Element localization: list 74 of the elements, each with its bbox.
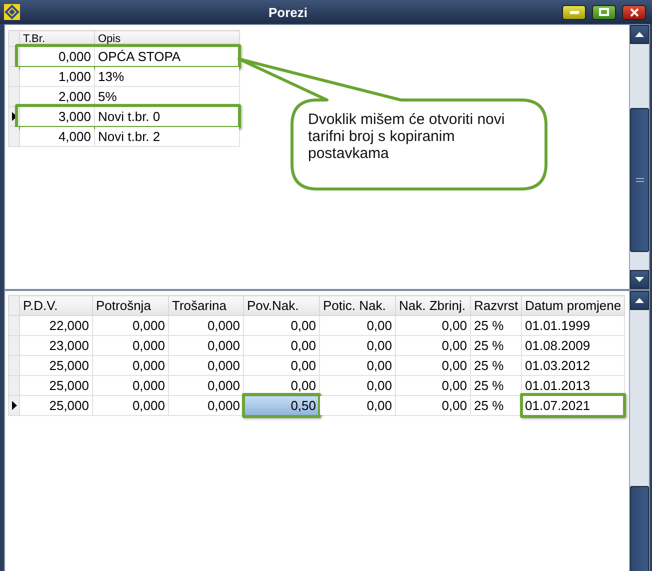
table-cell: 0,50 [244, 396, 320, 416]
table-cell: 0,00 [396, 316, 470, 336]
table-cell: 25,000 [20, 356, 92, 376]
column-header[interactable]: Potic. Nak. [320, 296, 396, 316]
table-cell: 13% [94, 66, 240, 86]
table-cell: 0,00 [320, 336, 396, 356]
table-cell: 0,000 [168, 396, 244, 416]
scroll-down-icon [635, 277, 644, 282]
header-corner [8, 30, 20, 46]
table-cell: Novi t.br. 2 [94, 126, 240, 146]
scroll-up-button[interactable] [630, 25, 649, 44]
table-cell: 0,000 [92, 396, 168, 416]
table-cell: 0,00 [396, 356, 470, 376]
table-cell: 23,000 [20, 336, 92, 356]
table-cell: 25 % [470, 396, 522, 416]
table-cell: 0,00 [320, 396, 396, 416]
scrollbar[interactable] [629, 291, 649, 571]
maximize-button[interactable] [592, 4, 616, 20]
table-cell: 25,000 [20, 396, 92, 416]
column-header[interactable]: Pov.Nak. [244, 296, 320, 316]
scrollbar[interactable] [629, 25, 649, 289]
table-cell: 0,00 [320, 316, 396, 336]
column-header[interactable]: Trošarina [168, 296, 244, 316]
column-header[interactable]: Nak. Zbrinj. [396, 296, 470, 316]
table-cell: 01.08.2009 [522, 336, 624, 356]
table-cell: 01.01.1999 [522, 316, 624, 336]
table-cell: 0,00 [396, 336, 470, 356]
table-cell: 01.07.2021 [522, 396, 624, 416]
minimize-icon [570, 10, 578, 14]
table-cell: 0,000 [92, 356, 168, 376]
table-cell: 4,000 [20, 126, 94, 146]
table-cell: 25 % [470, 336, 522, 356]
close-icon [630, 8, 638, 16]
row-indicator[interactable] [8, 396, 20, 416]
table-cell: 0,00 [320, 356, 396, 376]
window-title: Porezi [267, 4, 308, 20]
table-cell: 0,00 [244, 336, 320, 356]
scroll-thumb[interactable] [630, 108, 649, 252]
scroll-up-button[interactable] [630, 291, 649, 310]
column-header[interactable]: Razvrst [470, 296, 522, 316]
table-cell: 0,000 [168, 356, 244, 376]
table-cell: 0,00 [244, 316, 320, 336]
table-cell: 01.03.2012 [522, 356, 624, 376]
table-cell: 0,000 [92, 336, 168, 356]
table-cell: 25 % [470, 376, 522, 396]
table-cell: 0,00 [396, 376, 470, 396]
app-logo-icon [4, 4, 20, 20]
table-cell: 0,000 [168, 316, 244, 336]
table-cell: 25 % [470, 316, 522, 336]
table-cell: 25 % [470, 356, 522, 376]
minimize-button[interactable] [562, 4, 586, 20]
callout-text: Dvoklik mišem će otvoriti novi tarifni broj s kopiranim postavkama [308, 111, 506, 162]
table-cell: 0,000 [168, 376, 244, 396]
row-pointer-icon [12, 112, 16, 121]
column-header[interactable]: Potrošnja [92, 296, 168, 316]
table-cell: 22,000 [20, 316, 92, 336]
table-cell: 0,000 [92, 376, 168, 396]
table-cell: 0,00 [396, 396, 470, 416]
table-cell: 25,000 [20, 376, 92, 396]
table-cell: 1,000 [20, 66, 94, 86]
header-corner [8, 296, 20, 316]
maximize-icon [599, 8, 609, 16]
column-header[interactable]: Datum promjene [522, 296, 624, 316]
close-button[interactable] [622, 4, 646, 20]
scroll-up-icon [635, 32, 644, 37]
column-header[interactable]: P.D.V. [20, 296, 92, 316]
scroll-down-button[interactable] [630, 270, 649, 289]
grip-icon [636, 178, 644, 182]
table-cell: 0,00 [320, 376, 396, 396]
table-cell: 0,00 [244, 356, 320, 376]
table-cell: 0,000 [92, 316, 168, 336]
table-cell: 0,000 [168, 336, 244, 356]
scroll-up-icon [635, 298, 644, 303]
row-pointer-icon [12, 401, 16, 410]
